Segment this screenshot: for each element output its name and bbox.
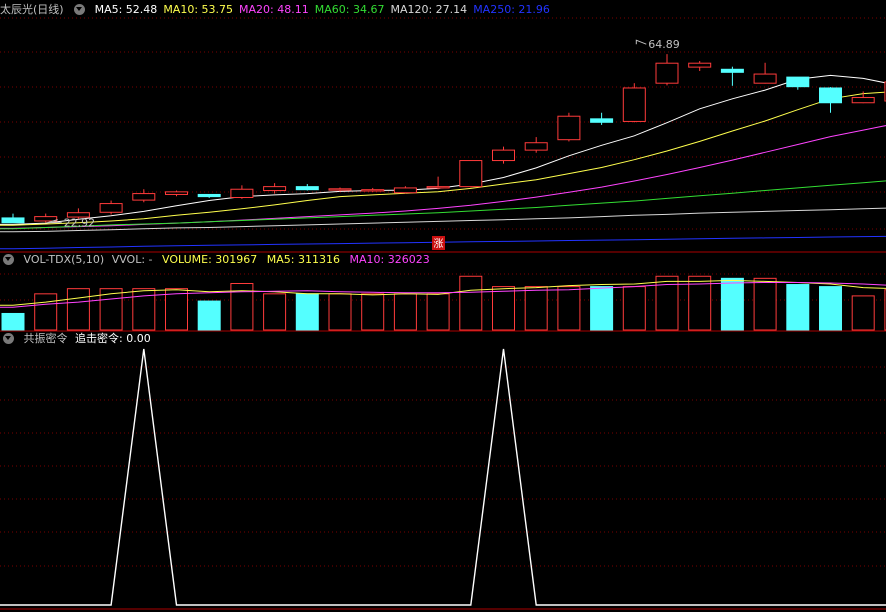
candle-body [132, 193, 156, 201]
volume-value: VOLUME: 301967 [162, 253, 258, 266]
volume-bar [524, 286, 548, 331]
volume-bar [361, 293, 385, 331]
candle-body [557, 115, 581, 141]
low-price-label: 22.92 [64, 217, 95, 230]
volume-bar [590, 286, 614, 331]
signal-plot [0, 348, 886, 606]
candle-body [34, 216, 58, 222]
candle-body [99, 203, 123, 213]
chart-canvas: 64.89 22.92 涨 [0, 17, 886, 610]
candle-body [720, 68, 744, 73]
volume-bar [786, 284, 810, 331]
volume-bar [66, 288, 90, 331]
candle-body [295, 186, 319, 191]
signal-panel-header: 共振密令 追击密令: 0.00 [0, 331, 157, 347]
candle-body [786, 76, 810, 88]
ma5-line [0, 74, 886, 225]
volume-bar [622, 286, 646, 331]
volume-ma5-value: MA5: 311316 [266, 253, 340, 266]
high-price-label: 64.89 [648, 38, 680, 51]
candle-body [492, 149, 515, 162]
volume-bar [132, 288, 156, 331]
volume-bar [492, 286, 515, 331]
indicator-ma5: MA5: 52.48 [94, 3, 158, 16]
volume-bar [328, 293, 352, 331]
volume-bar [197, 300, 221, 331]
ma-indicator-row: MA5: 52.48 MA10: 53.75 MA20: 48.11 MA60: 34… [95, 3, 556, 16]
rise-badge: 涨 [434, 238, 444, 250]
volume-bar [753, 277, 777, 331]
volume-bar [819, 286, 842, 331]
volume-plot [0, 275, 886, 331]
candle-body [328, 188, 352, 191]
indicator-ma20: MA20: 48.11 [239, 3, 309, 16]
candle-body [393, 187, 417, 194]
signal-toggle-icon[interactable] [3, 332, 14, 344]
candle-body [688, 62, 712, 68]
vvol-value: VVOL: - [111, 253, 153, 266]
collapse-toggle-icon[interactable] [74, 3, 86, 15]
candle-body [524, 142, 548, 151]
candle-body [197, 193, 221, 198]
volume-bar [426, 293, 450, 331]
candle-body [819, 87, 842, 104]
volume-bar [720, 277, 744, 331]
indicator-ma120: MA120: 27.14 [390, 3, 468, 16]
volume-panel-header: VOL-TDX(5,10) VVOL: - VOLUME: 301967 MA5… [0, 252, 436, 268]
volume-bar [459, 275, 483, 331]
volume-bar [34, 293, 58, 331]
candle-body [361, 189, 385, 192]
candle-body [851, 97, 875, 104]
candle-body [753, 73, 777, 84]
candle-body [1, 217, 25, 224]
stock-title: 太辰光(日线) [0, 3, 64, 16]
candle-body [263, 186, 287, 192]
signal-line [0, 348, 886, 606]
price-plot: 64.89 22.92 涨 [0, 38, 886, 250]
volume-ma10-value: MA10: 326023 [349, 253, 430, 266]
price-panel-header: 太辰光(日线) MA5: 52.48 MA10: 53.75 MA20: 48.11… [0, 2, 562, 18]
candle-body [655, 62, 679, 84]
volume-bar [295, 293, 319, 331]
signal-indicator-title[interactable]: 共振密令 [24, 332, 68, 345]
signal-value: 追击密令: 0.00 [75, 332, 151, 345]
candle-body [459, 160, 483, 188]
high-marker [635, 39, 647, 45]
volume-bar [263, 293, 287, 331]
candle-body [590, 118, 614, 123]
indicator-ma250: MA250: 21.96 [473, 3, 550, 16]
candle-body [230, 188, 254, 198]
volume-toggle-icon[interactable] [3, 253, 14, 265]
volume-indicator-title[interactable]: VOL-TDX(5,10) [24, 253, 105, 266]
indicator-ma60: MA60: 34.67 [314, 3, 385, 16]
volume-bar [165, 288, 188, 331]
volume-bar [851, 295, 875, 331]
indicator-ma10: MA10: 53.75 [163, 3, 234, 16]
candle-body [426, 186, 450, 189]
volume-bar [557, 286, 581, 331]
volume-bar [1, 312, 25, 331]
candle-body [622, 87, 646, 122]
volume-bar [393, 293, 417, 331]
candle-body [165, 191, 188, 195]
